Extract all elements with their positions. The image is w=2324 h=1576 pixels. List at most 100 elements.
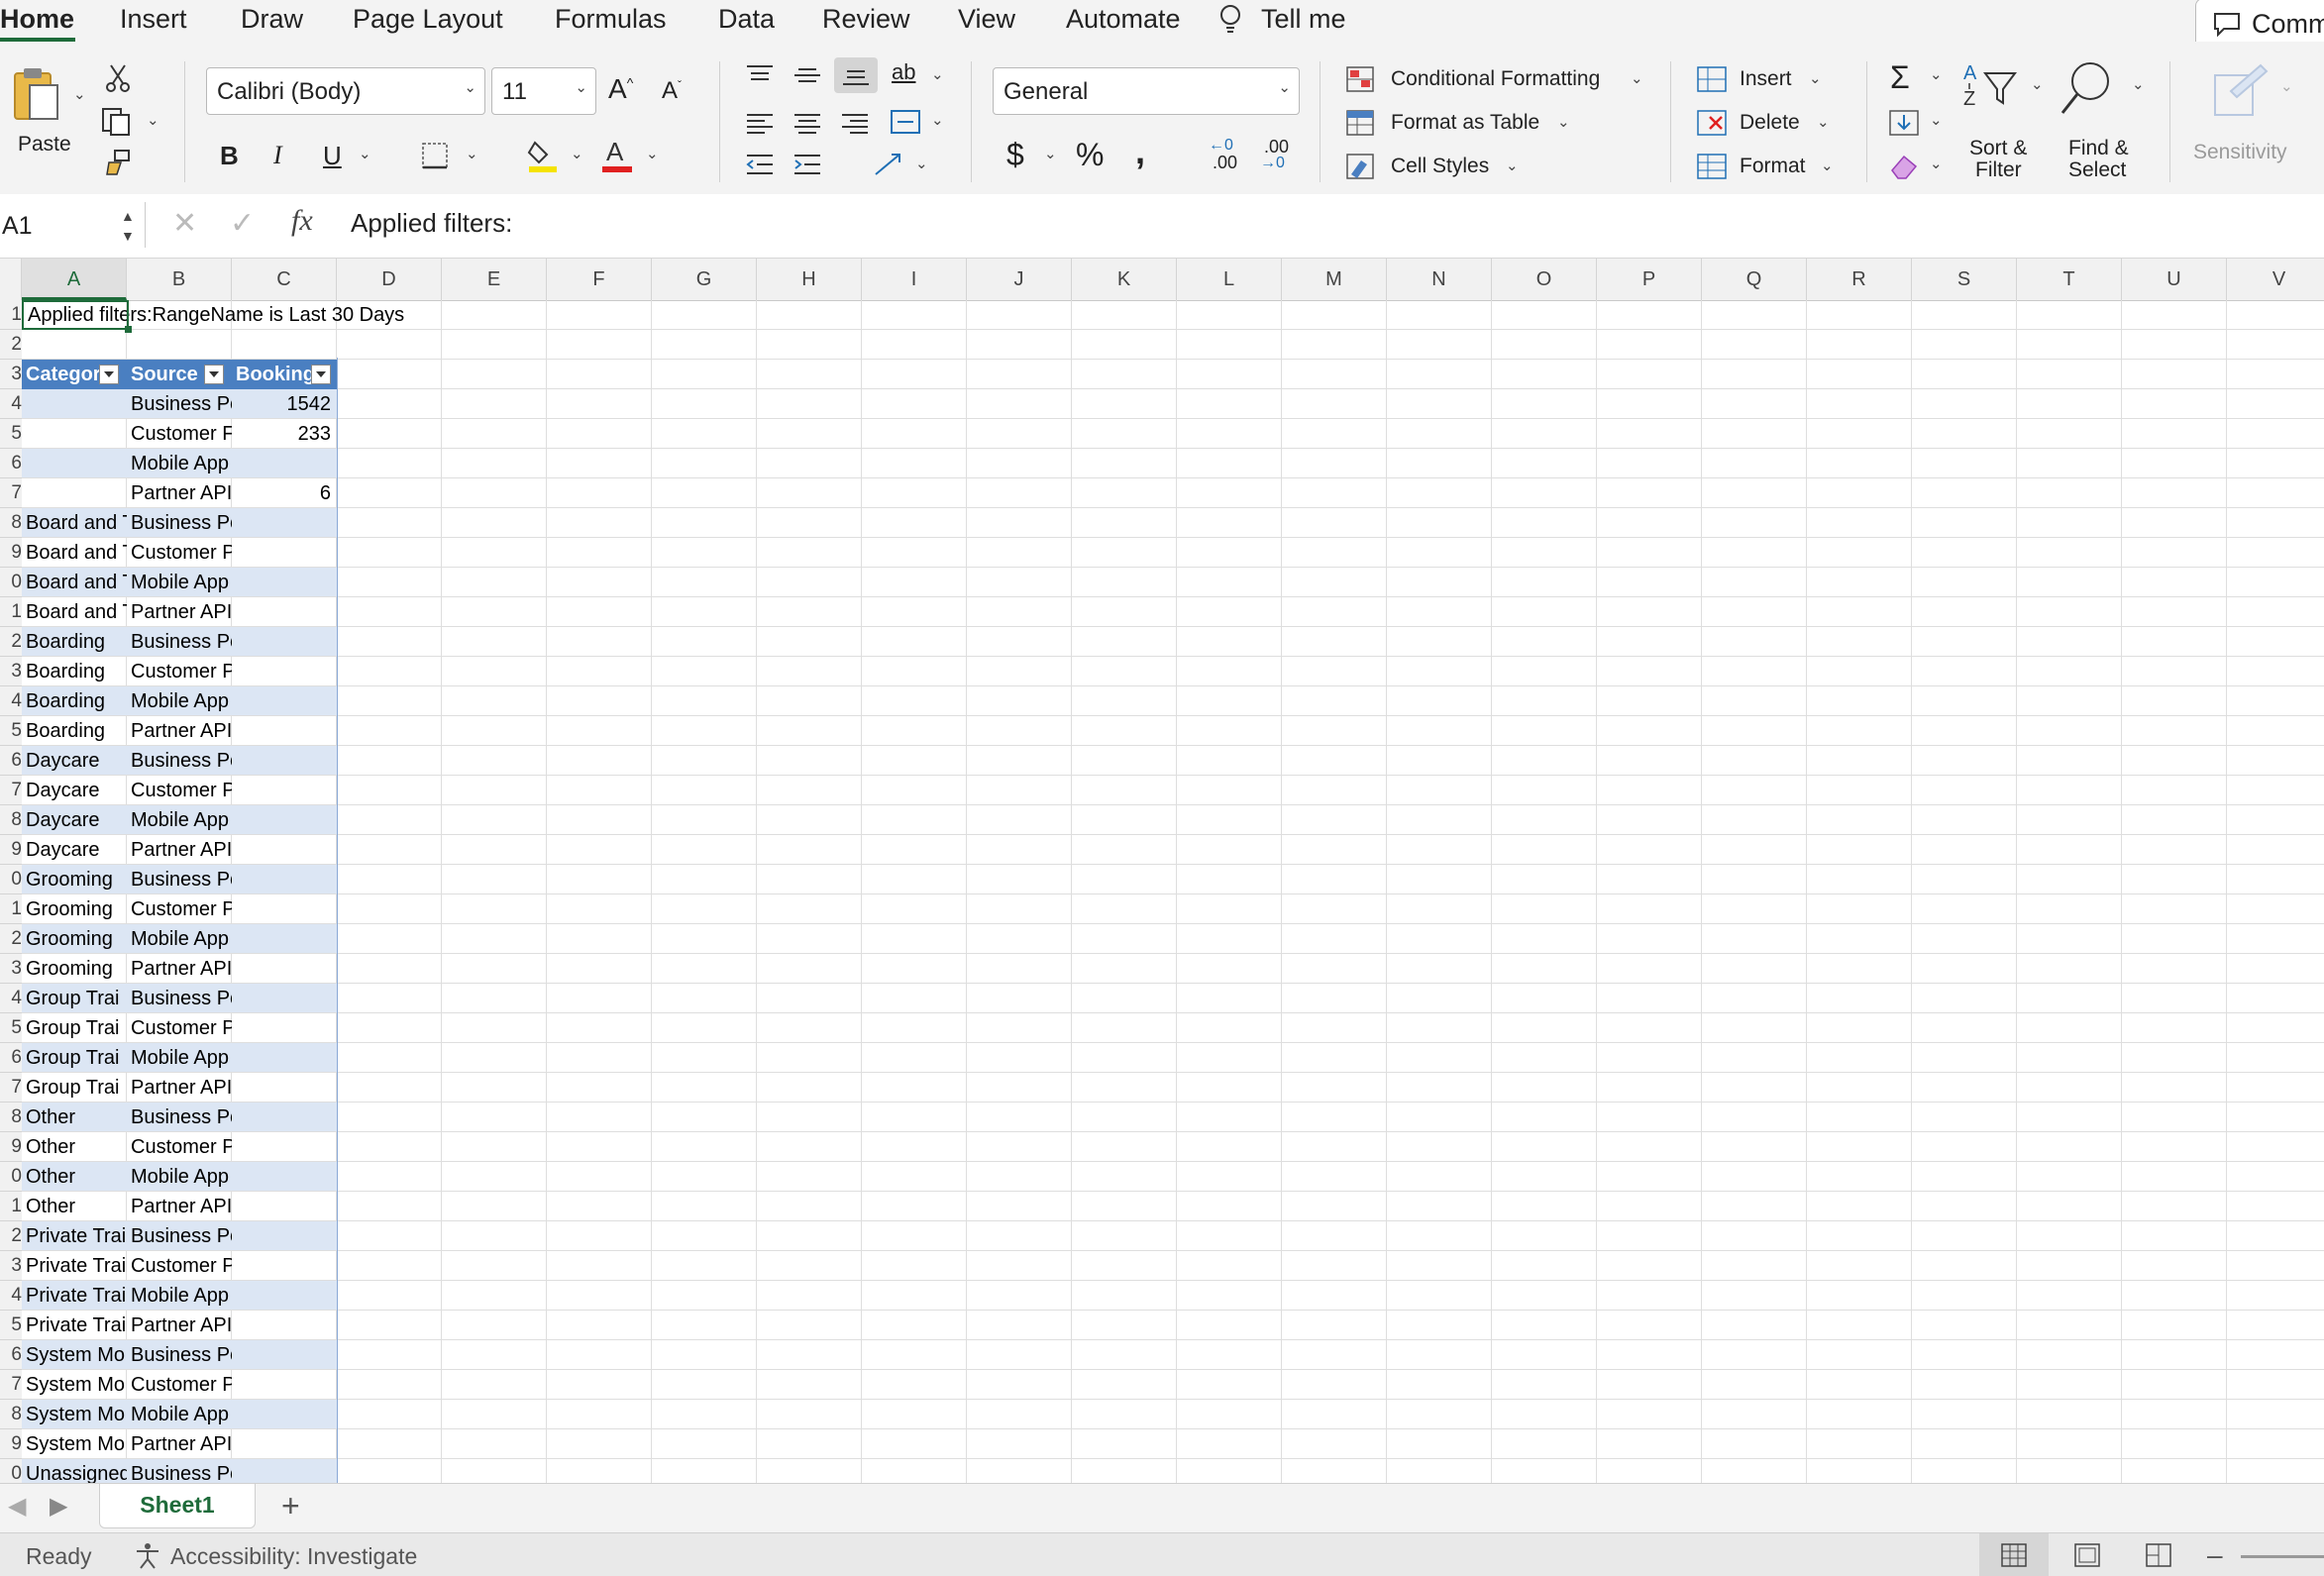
cell-source[interactable]: Business Portal: [127, 1103, 232, 1132]
cell-category[interactable]: Daycare: [22, 776, 127, 805]
cell-bookings[interactable]: [232, 924, 337, 954]
cell-bookings[interactable]: [232, 686, 337, 716]
cell-source[interactable]: Mobile App: [127, 568, 232, 597]
cell-category[interactable]: Group Trai: [22, 984, 127, 1013]
chevron-down-icon[interactable]: ⌄: [1930, 155, 1943, 172]
cell-category[interactable]: Group Trai: [22, 1043, 127, 1073]
row-header[interactable]: 2: [0, 924, 22, 954]
insert-cells-button[interactable]: Insert ⌄: [1696, 63, 1845, 97]
merge-center-icon[interactable]: [890, 107, 921, 137]
cell-bookings[interactable]: [232, 538, 337, 568]
column-header-p[interactable]: P: [1597, 259, 1702, 300]
column-header-f[interactable]: F: [547, 259, 652, 300]
cell-category[interactable]: Board and T: [22, 538, 127, 568]
cell-category[interactable]: [22, 478, 127, 508]
column-header-j[interactable]: J: [967, 259, 1072, 300]
cell-bookings[interactable]: [232, 597, 337, 627]
fill-handle[interactable]: [125, 326, 132, 333]
cell-source[interactable]: Mobile App: [127, 1043, 232, 1073]
align-top-icon[interactable]: [745, 63, 775, 87]
cell-category[interactable]: Boarding: [22, 686, 127, 716]
cell-source[interactable]: Customer Portal: [127, 538, 232, 568]
cell-source[interactable]: Partner API: [127, 1429, 232, 1459]
row-header[interactable]: 9: [0, 1132, 22, 1162]
cell-category[interactable]: Grooming: [22, 865, 127, 894]
tab-tell-me[interactable]: Tell me: [1261, 4, 1346, 35]
fill-color-chevron-icon[interactable]: ⌄: [571, 145, 583, 162]
row-header[interactable]: 2: [0, 627, 22, 657]
row-header[interactable]: 1: [0, 597, 22, 627]
italic-button[interactable]: I: [273, 141, 282, 170]
cell-bookings[interactable]: [232, 1132, 337, 1162]
format-painter-icon[interactable]: [103, 149, 133, 178]
column-header-a[interactable]: A: [22, 259, 127, 300]
font-size-dropdown[interactable]: 11 ⌄: [491, 67, 596, 115]
cell-bookings[interactable]: [232, 1043, 337, 1073]
cell-category[interactable]: Other: [22, 1103, 127, 1132]
row-header[interactable]: 4: [0, 389, 22, 419]
zoom-out-icon[interactable]: –: [2207, 1539, 2223, 1571]
cell-bookings[interactable]: [232, 1311, 337, 1340]
cell-bookings[interactable]: [232, 1013, 337, 1043]
cell-bookings[interactable]: [232, 508, 337, 538]
cell-source[interactable]: Business Portal: [127, 1221, 232, 1251]
cell-category[interactable]: Boarding: [22, 716, 127, 746]
align-right-icon[interactable]: [840, 111, 870, 135]
row-header[interactable]: 5: [0, 1013, 22, 1043]
accessibility-checker[interactable]: Accessibility: Investigate: [170, 1543, 417, 1570]
cell-category[interactable]: Daycare: [22, 746, 127, 776]
cell-bookings[interactable]: [232, 1281, 337, 1311]
cell-category[interactable]: Board and T: [22, 508, 127, 538]
cell-source[interactable]: Business Portal: [127, 984, 232, 1013]
column-header-t[interactable]: T: [2017, 259, 2122, 300]
currency-button[interactable]: $: [1006, 137, 1024, 173]
cell-source[interactable]: Business Portal: [127, 627, 232, 657]
cell-bookings[interactable]: [232, 449, 337, 478]
zoom-slider[interactable]: [2241, 1555, 2324, 1558]
cell-category[interactable]: Board and T: [22, 568, 127, 597]
row-header[interactable]: 8: [0, 1103, 22, 1132]
row-header[interactable]: 2: [0, 1221, 22, 1251]
cell-bookings[interactable]: [232, 716, 337, 746]
cell-source[interactable]: Customer Portal: [127, 1013, 232, 1043]
delete-cells-button[interactable]: Delete ⌄: [1696, 107, 1845, 141]
copy-chevron-icon[interactable]: ⌄: [147, 111, 159, 129]
column-header-e[interactable]: E: [442, 259, 547, 300]
column-header-l[interactable]: L: [1177, 259, 1282, 300]
row-header[interactable]: 1: [0, 894, 22, 924]
cell-bookings[interactable]: [232, 1103, 337, 1132]
cell-category[interactable]: [22, 449, 127, 478]
cell-bookings[interactable]: [232, 1192, 337, 1221]
chevron-down-icon[interactable]: ⌄: [931, 65, 944, 83]
column-header-s[interactable]: S: [1912, 259, 2017, 300]
chevron-down-icon[interactable]: ⌄: [1930, 65, 1943, 83]
tab-view[interactable]: View: [958, 4, 1015, 35]
text-orientation-icon[interactable]: [872, 151, 905, 178]
row-header[interactable]: 4: [0, 984, 22, 1013]
cell-source[interactable]: Mobile App: [127, 1400, 232, 1429]
column-header-o[interactable]: O: [1492, 259, 1597, 300]
filter-dropdown-icon[interactable]: [99, 365, 119, 384]
cell-category[interactable]: Group Trai: [22, 1013, 127, 1043]
cell-bookings[interactable]: [232, 1370, 337, 1400]
cell-source[interactable]: Customer F: [127, 419, 232, 449]
cell-source[interactable]: Mobile App: [127, 924, 232, 954]
cell-category[interactable]: Other: [22, 1132, 127, 1162]
tab-home[interactable]: Home: [0, 4, 74, 35]
cell-source[interactable]: Partner API: [127, 478, 232, 508]
select-all-corner[interactable]: [0, 259, 22, 300]
bold-button[interactable]: B: [220, 141, 239, 171]
column-header-k[interactable]: K: [1072, 259, 1177, 300]
cell-bookings[interactable]: [232, 1429, 337, 1459]
normal-view-button[interactable]: [1979, 1533, 2049, 1576]
number-format-dropdown[interactable]: General ⌄: [993, 67, 1300, 115]
borders-chevron-icon[interactable]: ⌄: [466, 145, 478, 162]
cell-source[interactable]: Partner API: [127, 1311, 232, 1340]
increase-decimal-button[interactable]: ←0 .00: [1207, 137, 1250, 176]
underline-chevron-icon[interactable]: ⌄: [359, 145, 371, 162]
cell-bookings[interactable]: 233: [232, 419, 337, 449]
cell-category[interactable]: [22, 419, 127, 449]
tab-page-layout[interactable]: Page Layout: [353, 4, 503, 35]
tab-formulas[interactable]: Formulas: [555, 4, 667, 35]
column-header-n[interactable]: N: [1387, 259, 1492, 300]
